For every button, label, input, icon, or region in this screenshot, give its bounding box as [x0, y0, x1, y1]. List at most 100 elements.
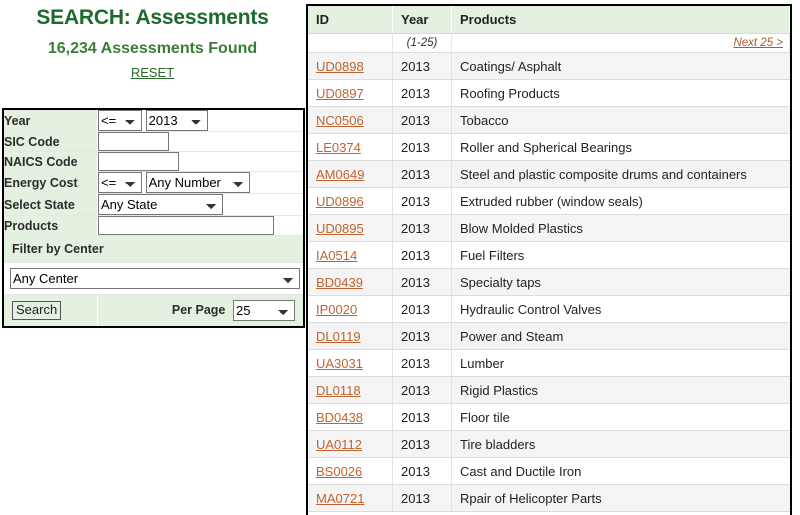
cell-year: 2013: [392, 268, 452, 296]
cell-id: IP0020: [308, 295, 393, 323]
assessment-id-link[interactable]: BD0438: [316, 410, 363, 425]
pagination-next-cell: Next 25 >: [451, 33, 790, 53]
form-row-year: Year <=>== 2013201220112010: [4, 110, 303, 132]
table-row: UA3031 2013 Lumber: [308, 349, 790, 377]
per-page-cell: Per Page 2550100: [97, 294, 303, 326]
search-form: Year <=>== 2013201220112010 SIC Code NAI…: [2, 108, 305, 328]
form-row-energy-cost: Energy Cost <=>== Any Number100005000010…: [4, 171, 303, 194]
reset-link[interactable]: RESET: [131, 65, 174, 80]
assessment-id-link[interactable]: UD0897: [316, 86, 364, 101]
form-row-center-header: Filter by Center: [4, 235, 303, 263]
assessment-id-link[interactable]: IP0020: [316, 302, 357, 317]
table-row: AM0649 2013 Steel and plastic composite dr…: [308, 160, 790, 188]
per-page-label: Per Page: [171, 302, 226, 317]
cell-products: Specialty taps: [451, 268, 790, 296]
year-operator-select[interactable]: <=>==: [98, 110, 142, 131]
cell-year: 2013: [392, 160, 452, 188]
year-label: Year: [4, 110, 98, 132]
cell-id: UD0896: [308, 187, 393, 215]
cell-id: MA0721: [308, 484, 393, 512]
results-panel: ID Year Products (1-25) Next 25 > UD0898…: [306, 4, 792, 515]
assessment-id-link[interactable]: BS0026: [316, 464, 362, 479]
cell-products: Lumber: [451, 349, 790, 377]
next-page-link[interactable]: Next 25 >: [733, 37, 783, 49]
cell-year: 2013: [392, 322, 452, 350]
cell-year: 2013: [392, 106, 452, 134]
cell-id: NC0506: [308, 106, 393, 134]
year-field-cell: <=>== 2013201220112010: [97, 110, 303, 132]
cell-id: DL0118: [308, 376, 393, 404]
column-header-id[interactable]: ID: [308, 6, 393, 34]
table-row: IP0020 2013 Hydraulic Control Valves: [308, 295, 790, 323]
assessment-id-link[interactable]: UD0895: [316, 221, 364, 236]
form-row-state: Select State Any StateAlabamaAlaskaArizo…: [4, 193, 303, 216]
cell-id: UA3031: [308, 349, 393, 377]
state-field-cell: Any StateAlabamaAlaskaArizona: [97, 193, 303, 216]
select-state-label: Select State: [4, 193, 98, 216]
assessment-id-link[interactable]: IA0514: [316, 248, 357, 263]
center-select[interactable]: Any CenterAM - University of AlabamaBD -…: [10, 268, 300, 289]
cell-year: 2013: [392, 295, 452, 323]
assessment-id-link[interactable]: MA0721: [316, 491, 364, 506]
assessment-id-link[interactable]: DL0119: [316, 329, 361, 344]
table-row: DL0119 2013 Power and Steam: [308, 322, 790, 350]
cell-products: Steel and plastic composite drums and co…: [451, 160, 790, 188]
naics-code-label: NAICS Code: [4, 151, 98, 172]
table-row: UD0896 2013 Extruded rubber (window seals): [308, 187, 790, 215]
cell-year: 2013: [392, 457, 452, 485]
energy-operator-select[interactable]: <=>==: [98, 172, 142, 193]
energy-value-select[interactable]: Any Number1000050000100000: [145, 172, 250, 193]
year-value-select[interactable]: 2013201220112010: [145, 110, 208, 131]
energy-cost-label: Energy Cost: [4, 171, 98, 194]
sic-code-input[interactable]: [98, 132, 169, 151]
cell-id: BD0439: [308, 268, 393, 296]
column-header-year[interactable]: Year: [392, 6, 452, 34]
results-body: (1-25) Next 25 > UD0898 2013 Coatings/ Asp…: [308, 33, 790, 512]
cell-products: Tire bladders: [451, 430, 790, 458]
table-row: DL0118 2013 Rigid Plastics: [308, 376, 790, 404]
form-row-sic: SIC Code: [4, 131, 303, 152]
table-row: UD0897 2013 Roofing Products: [308, 79, 790, 107]
cell-products: Blow Molded Plastics: [451, 214, 790, 242]
cell-year: 2013: [392, 241, 452, 269]
cell-id: LE0374: [308, 133, 393, 161]
cell-id: DL0119: [308, 322, 393, 350]
search-button[interactable]: Search: [12, 301, 62, 320]
state-select[interactable]: Any StateAlabamaAlaskaArizona: [98, 194, 223, 215]
assessment-id-link[interactable]: BD0439: [316, 275, 363, 290]
cell-year: 2013: [392, 133, 452, 161]
naics-code-input[interactable]: [98, 152, 179, 171]
table-row: IA0514 2013 Fuel Filters: [308, 241, 790, 269]
cell-id: UD0897: [308, 79, 393, 107]
cell-products: Rigid Plastics: [451, 376, 790, 404]
per-page-select[interactable]: 2550100: [233, 300, 295, 321]
pagination-row: (1-25) Next 25 >: [308, 33, 790, 53]
cell-id: BD0438: [308, 403, 393, 431]
form-row-products: Products: [4, 215, 303, 236]
cell-year: 2013: [392, 403, 452, 431]
assessment-id-link[interactable]: UA3031: [316, 356, 363, 371]
column-header-products[interactable]: Products: [451, 6, 790, 34]
cell-id: UD0895: [308, 214, 393, 242]
cell-products: Power and Steam: [451, 322, 790, 350]
assessment-id-link[interactable]: UD0896: [316, 194, 364, 209]
form-row-center-select: Any CenterAM - University of AlabamaBD -…: [4, 262, 303, 295]
products-input[interactable]: [98, 216, 274, 235]
cell-products: Fuel Filters: [451, 241, 790, 269]
assessment-id-link[interactable]: UD0898: [316, 59, 364, 74]
search-button-cell: Search: [4, 294, 98, 326]
cell-year: 2013: [392, 187, 452, 215]
assessment-id-link[interactable]: DL0118: [316, 383, 361, 398]
assessment-id-link[interactable]: UA0112: [316, 437, 362, 452]
assessment-id-link[interactable]: NC0506: [316, 113, 364, 128]
assessment-id-link[interactable]: LE0374: [316, 140, 361, 155]
cell-products: Extruded rubber (window seals): [451, 187, 790, 215]
cell-products: Floor tile: [451, 403, 790, 431]
sic-field-cell: [97, 131, 303, 152]
naics-field-cell: [97, 151, 303, 172]
cell-products: Hydraulic Control Valves: [451, 295, 790, 323]
cell-products: Coatings/ Asphalt: [451, 52, 790, 80]
assessment-id-link[interactable]: AM0649: [316, 167, 364, 182]
table-row: UD0898 2013 Coatings/ Asphalt: [308, 52, 790, 80]
reset-link-wrapper: RESET: [0, 65, 305, 80]
